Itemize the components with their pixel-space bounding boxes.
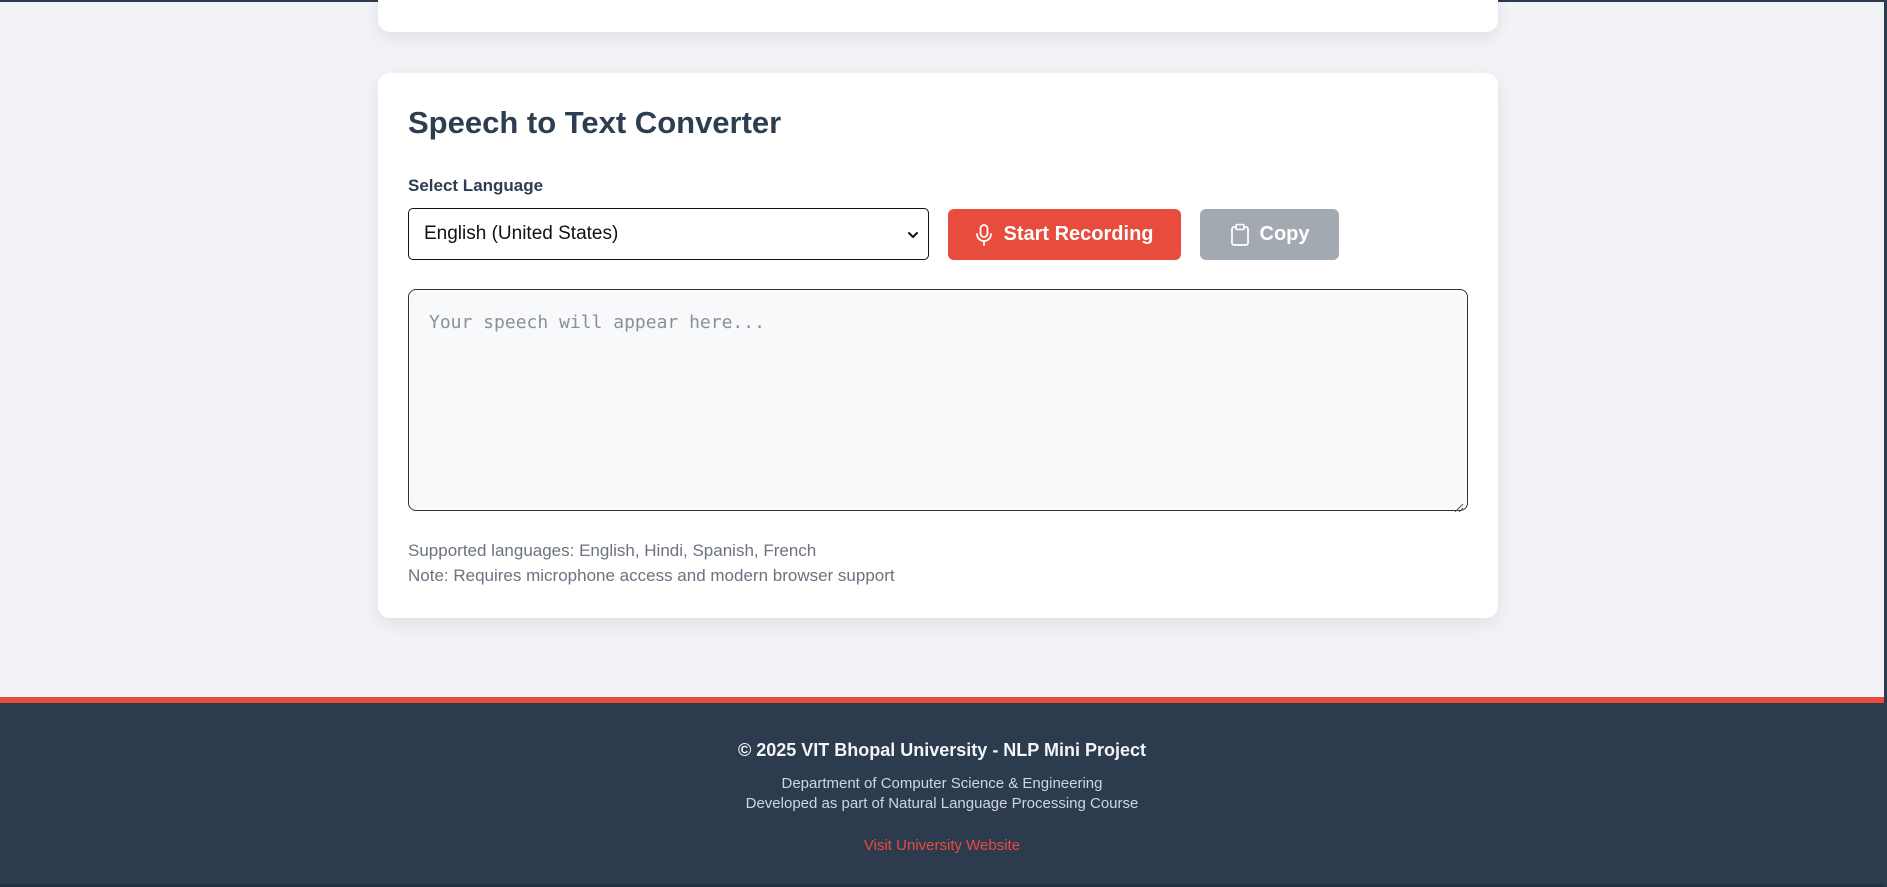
microphone-icon	[975, 223, 993, 246]
footer-course: Developed as part of Natural Language Pr…	[745, 795, 1139, 812]
card-title: Speech to Text Converter	[408, 105, 782, 140]
university-website-link[interactable]: Visit University Website	[0, 837, 1884, 854]
speech-output-textarea[interactable]: Your speech will appear here...	[408, 289, 1468, 513]
footer-copyright: © 2025 VIT Bhopal University - NLP Mini …	[737, 740, 1147, 760]
footer: © 2025 VIT Bhopal University - NLP Mini …	[0, 697, 1884, 887]
copy-label: Copy	[1259, 223, 1310, 245]
start-recording-button[interactable]: Start Recording	[948, 209, 1181, 260]
clipboard-icon	[1230, 223, 1250, 247]
speech-to-text-card: Speech to Text Converter Select Language…	[378, 73, 1498, 618]
start-recording-label: Start Recording	[1003, 223, 1154, 245]
textarea-placeholder: Your speech will appear here...	[429, 312, 765, 333]
previous-card	[378, 0, 1498, 32]
copy-button[interactable]: Copy	[1200, 209, 1339, 260]
browser-note-text: Note: Requires microphone access and mod…	[408, 566, 895, 585]
supported-languages-text: Supported languages: English, Hindi, Spa…	[408, 541, 817, 560]
language-selected-value: English (United States)	[424, 223, 619, 244]
chevron-down-icon	[906, 226, 920, 240]
resize-handle-icon[interactable]	[1454, 497, 1464, 513]
language-select[interactable]: English (United States)	[408, 208, 929, 260]
language-label: Select Language	[408, 176, 544, 195]
page: Speech to Text Converter Select Language…	[0, 0, 1887, 887]
footer-department: Department of Computer Science & Enginee…	[781, 775, 1103, 792]
